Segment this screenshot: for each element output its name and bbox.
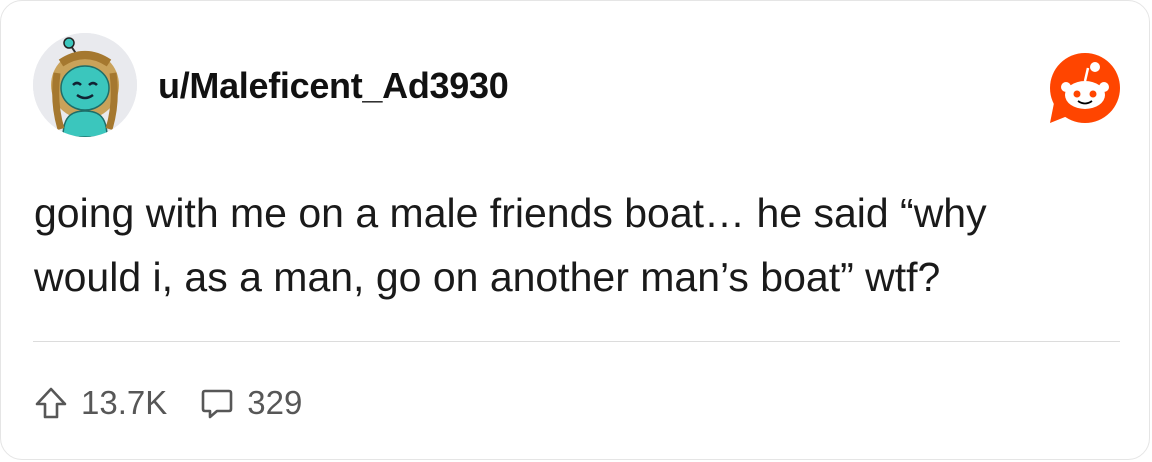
divider bbox=[33, 341, 1120, 342]
reddit-logo-icon bbox=[1048, 51, 1122, 125]
user-avatar[interactable] bbox=[33, 33, 137, 137]
upvote-count: 13.7K bbox=[81, 384, 168, 421]
upvote-button[interactable]: 13.7K bbox=[33, 384, 167, 422]
snoo-avatar-icon bbox=[33, 33, 137, 137]
post-body: going with me on a male friends boat… he… bbox=[34, 181, 1124, 309]
post-body-line: would i, as a man, go on another man’s b… bbox=[34, 254, 941, 300]
comment-bubble-icon bbox=[201, 389, 233, 419]
post-stats: 13.7K 329 bbox=[33, 379, 302, 427]
upvote-arrow-icon bbox=[35, 387, 67, 419]
post-body-line: going with me on a male friends boat… he… bbox=[34, 190, 987, 236]
comment-button[interactable]: 329 bbox=[199, 384, 302, 422]
post-author-username[interactable]: u/Maleficent_Ad3930 bbox=[158, 64, 509, 108]
post-card[interactable]: u/Maleficent_Ad3930 going with me on a m… bbox=[0, 0, 1150, 460]
comment-count: 329 bbox=[247, 384, 303, 421]
